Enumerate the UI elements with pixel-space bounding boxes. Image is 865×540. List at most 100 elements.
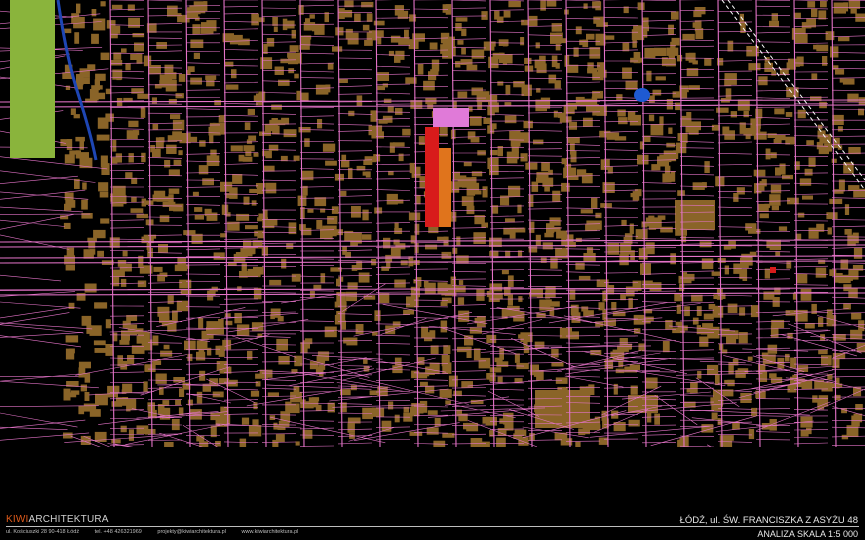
building	[769, 20, 779, 27]
building	[409, 162, 415, 174]
building	[247, 350, 253, 360]
building	[341, 160, 350, 168]
building	[100, 52, 110, 60]
building	[852, 265, 864, 271]
building	[232, 174, 243, 184]
building	[79, 138, 84, 150]
building	[596, 22, 608, 27]
building	[81, 199, 88, 210]
building	[755, 108, 763, 119]
building	[633, 52, 641, 64]
building	[575, 237, 582, 242]
building	[696, 325, 701, 335]
pond	[634, 88, 650, 102]
building	[278, 356, 290, 365]
building	[176, 300, 189, 312]
building	[565, 241, 576, 248]
building	[288, 68, 295, 74]
building	[196, 391, 203, 404]
building	[441, 354, 450, 367]
building	[578, 275, 591, 281]
building	[206, 20, 217, 32]
building	[130, 208, 144, 213]
building	[696, 306, 702, 316]
building	[504, 286, 511, 296]
building	[434, 417, 441, 427]
building	[78, 367, 86, 378]
building	[95, 393, 108, 406]
building	[838, 274, 851, 284]
building	[448, 375, 458, 387]
building	[309, 14, 315, 19]
building	[414, 223, 420, 235]
building	[821, 381, 833, 392]
building	[821, 355, 832, 366]
building	[345, 28, 353, 40]
building	[91, 33, 99, 44]
building	[204, 208, 212, 217]
building	[198, 317, 204, 329]
building	[189, 5, 201, 15]
building	[497, 81, 504, 86]
building	[502, 60, 507, 65]
building	[340, 190, 347, 197]
building	[264, 123, 271, 133]
building	[171, 419, 180, 431]
building	[440, 320, 448, 333]
building	[209, 122, 216, 133]
building	[278, 420, 290, 428]
building	[682, 33, 695, 41]
building	[618, 117, 628, 125]
building	[133, 130, 140, 136]
building	[238, 38, 250, 46]
building	[423, 280, 429, 288]
building	[291, 29, 296, 39]
building	[112, 275, 120, 287]
website-link[interactable]: www.kiwiarchitektura.pl	[242, 529, 299, 535]
email-link[interactable]: projekty@kiwiarchitektura.pl	[157, 529, 226, 535]
building	[818, 10, 827, 20]
building	[513, 311, 525, 322]
building	[169, 201, 176, 211]
building	[245, 225, 258, 230]
building	[408, 256, 414, 267]
building	[771, 205, 779, 211]
building	[589, 47, 601, 59]
building	[212, 391, 224, 398]
building	[425, 385, 435, 394]
building	[159, 80, 167, 88]
building	[771, 13, 778, 21]
building	[76, 293, 86, 301]
building	[764, 268, 770, 279]
building	[214, 100, 221, 106]
building	[554, 80, 561, 89]
building	[818, 349, 828, 355]
building	[486, 334, 497, 344]
building	[167, 5, 178, 17]
building	[296, 90, 301, 101]
building	[703, 313, 714, 320]
building	[457, 346, 470, 353]
building	[429, 330, 436, 339]
building	[293, 155, 300, 161]
building	[91, 9, 97, 17]
building	[351, 265, 358, 271]
building	[652, 89, 662, 96]
building	[263, 165, 275, 172]
building	[521, 19, 533, 26]
building	[699, 241, 712, 248]
building	[668, 127, 673, 134]
building	[96, 134, 110, 141]
building	[173, 159, 182, 166]
building	[152, 124, 159, 130]
building	[460, 59, 473, 65]
building	[361, 1, 374, 8]
building	[295, 441, 300, 446]
building	[393, 239, 400, 245]
building	[132, 33, 145, 38]
building	[400, 260, 408, 266]
building	[457, 40, 464, 45]
building	[304, 138, 310, 147]
building	[501, 269, 509, 275]
building	[838, 36, 850, 42]
